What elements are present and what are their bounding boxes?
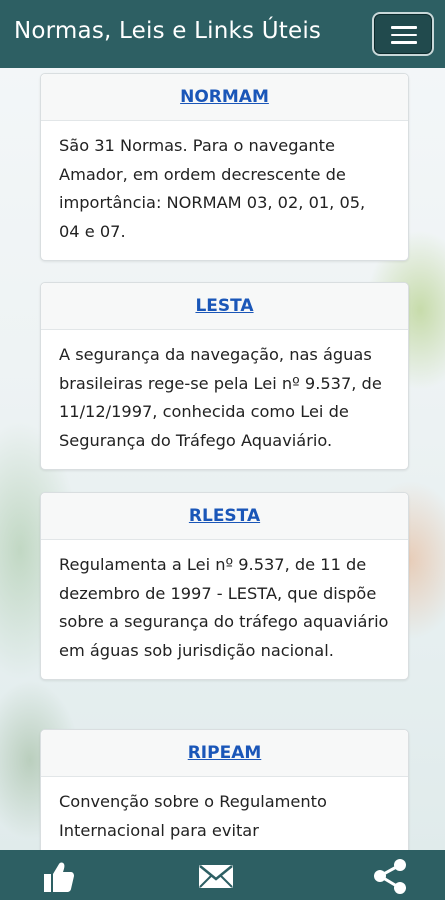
app-header: Normas, Leis e Links Úteis	[0, 0, 445, 68]
card-title-link[interactable]: LESTA	[195, 296, 253, 316]
share-icon	[374, 859, 406, 894]
card-text: São 31 Normas. Para o navegante Amador, …	[59, 136, 366, 241]
card-title-link[interactable]: RIPEAM	[188, 743, 262, 763]
card-lesta: LESTA A segurança da navegação, nas água…	[40, 282, 409, 470]
like-button[interactable]	[36, 856, 76, 896]
bottom-toolbar	[0, 850, 445, 900]
hamburger-menu-icon	[391, 26, 417, 29]
main-content[interactable]: NORMAM São 31 Normas. Para o navegante A…	[0, 68, 445, 850]
email-button[interactable]	[196, 856, 236, 896]
card-text: Convenção sobre o Regulamento Internacio…	[59, 792, 327, 840]
card-ripeam: RIPEAM Convenção sobre o Regulamento Int…	[40, 729, 409, 850]
menu-button[interactable]	[372, 12, 434, 56]
page-title: Normas, Leis e Links Úteis	[14, 18, 322, 44]
card-text: Regulamenta a Lei nº 9.537, de 11 de dez…	[59, 555, 389, 660]
card-rlesta: RLESTA Regulamenta a Lei nº 9.537, de 11…	[40, 492, 409, 680]
card-title-link[interactable]: NORMAM	[180, 87, 269, 107]
thumbs-up-icon	[44, 862, 74, 892]
card-normam: NORMAM São 31 Normas. Para o navegante A…	[40, 73, 409, 261]
card-title-link[interactable]: RLESTA	[189, 506, 260, 526]
envelope-icon	[199, 865, 233, 888]
share-button[interactable]	[370, 856, 410, 896]
card-text: A segurança da navegação, nas águas bras…	[59, 345, 382, 450]
